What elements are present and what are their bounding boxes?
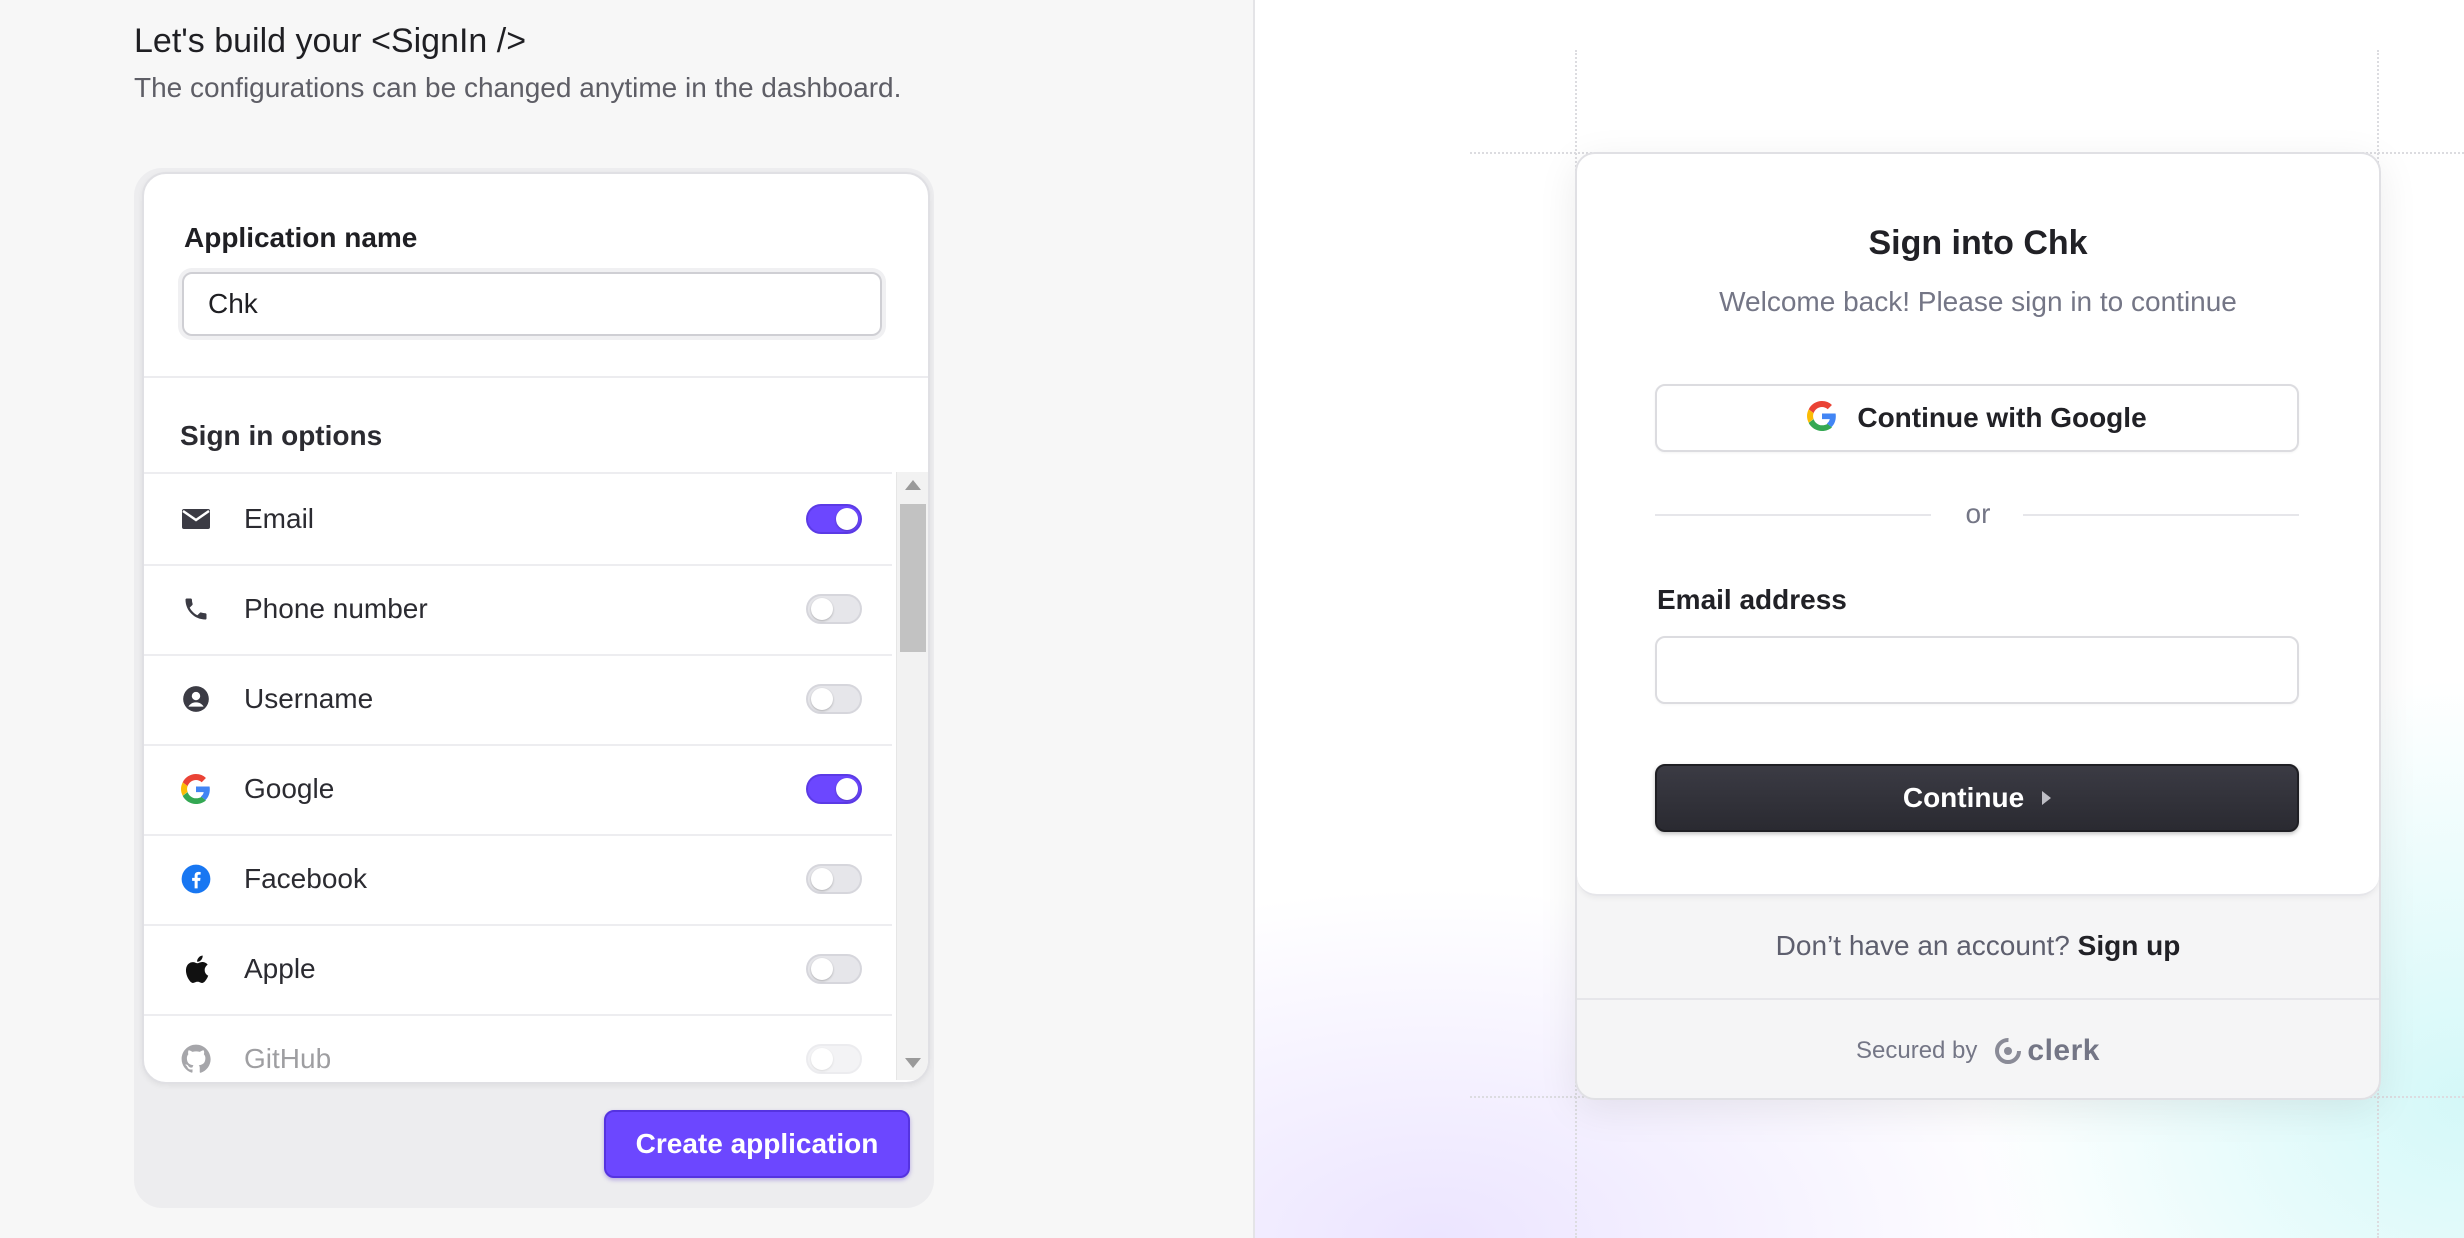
apple-icon (180, 953, 212, 985)
sign-in-subtitle: Welcome back! Please sign in to continue (1719, 286, 2237, 317)
option-label: Apple (244, 953, 316, 984)
option-label: Email (244, 503, 315, 534)
scroll-thumb[interactable] (900, 504, 926, 652)
sign-in-title: Sign into Chk (1868, 224, 2088, 262)
email-address-label: Email address (1657, 584, 1847, 615)
sign-in-options-list: Email Phone number Username Google Faceb… (144, 472, 892, 1082)
page-subtitle: The configurations can be changed anytim… (134, 72, 902, 103)
clerk-logo[interactable]: clerk (1995, 1034, 2100, 1068)
secured-by-footer: Secured by clerk (1577, 1034, 2379, 1068)
divider (144, 376, 928, 378)
phone-toggle[interactable] (806, 594, 862, 624)
scroll-down-arrow-icon[interactable] (905, 1058, 921, 1068)
option-label: Facebook (244, 863, 367, 894)
application-name-input[interactable]: Chk (182, 272, 882, 336)
option-label: GitHub (244, 1043, 332, 1074)
continue-with-google-button[interactable]: Continue with Google (1655, 384, 2299, 452)
apple-toggle[interactable] (806, 954, 862, 984)
sign-in-card: Sign into Chk Welcome back! Please sign … (1575, 152, 2381, 1100)
sign-in-options-title: Sign in options (180, 420, 383, 451)
application-name-label: Application name (184, 222, 418, 253)
google-toggle[interactable] (806, 774, 862, 804)
username-toggle[interactable] (806, 684, 862, 714)
phone-icon (180, 593, 212, 625)
option-row-apple[interactable]: Apple (144, 924, 892, 1016)
option-row-google[interactable]: Google (144, 744, 892, 836)
option-row-github[interactable]: GitHub (144, 1014, 892, 1082)
option-label: Username (244, 683, 374, 714)
google-icon (1807, 400, 1837, 436)
divider-text: or (1965, 498, 1991, 529)
clerk-logo-icon (1995, 1038, 2022, 1064)
configuration-pane: Let's build your <SignIn /> The configur… (0, 0, 1255, 1238)
no-account-text: Don’t have an account? (1775, 930, 2070, 961)
option-row-phone[interactable]: Phone number (144, 564, 892, 656)
secured-by-text: Secured by (1856, 1037, 1978, 1064)
page-title: Let's build your <SignIn /> (134, 22, 527, 60)
option-label: Phone number (244, 593, 428, 624)
mail-icon (180, 503, 212, 535)
github-toggle[interactable] (806, 1044, 862, 1074)
facebook-toggle[interactable] (806, 864, 862, 894)
email-address-input[interactable] (1655, 636, 2299, 704)
scroll-up-arrow-icon[interactable] (905, 480, 921, 490)
sign-in-main: Sign into Chk Welcome back! Please sign … (1577, 154, 2379, 896)
email-toggle[interactable] (806, 504, 862, 534)
facebook-icon (180, 863, 212, 895)
user-circle-icon (180, 683, 212, 715)
config-card: Application name Chk Sign in options Ema… (142, 172, 930, 1084)
option-label: Google (244, 773, 335, 804)
clerk-wordmark: clerk (2027, 1034, 2100, 1067)
github-icon (180, 1043, 212, 1075)
preview-pane: Sign into Chk Welcome back! Please sign … (1255, 0, 2464, 1238)
options-scrollbar[interactable] (896, 472, 928, 1080)
option-row-username[interactable]: Username (144, 654, 892, 746)
create-application-button[interactable]: Create application (604, 1110, 910, 1178)
option-row-email[interactable]: Email (144, 474, 892, 566)
caret-right-icon (2042, 791, 2052, 805)
continue-button[interactable]: Continue (1655, 764, 2299, 832)
option-row-facebook[interactable]: Facebook (144, 834, 892, 926)
google-button-label: Continue with Google (1857, 402, 2147, 433)
config-panel: Application name Chk Sign in options Ema… (134, 168, 934, 1208)
sign-up-prompt: Don’t have an account? Sign up (1577, 930, 2379, 962)
google-icon (180, 773, 212, 805)
continue-button-label: Continue (1902, 782, 2025, 813)
sign-up-link[interactable]: Sign up (2078, 930, 2181, 961)
footer-divider (1577, 998, 2379, 1000)
